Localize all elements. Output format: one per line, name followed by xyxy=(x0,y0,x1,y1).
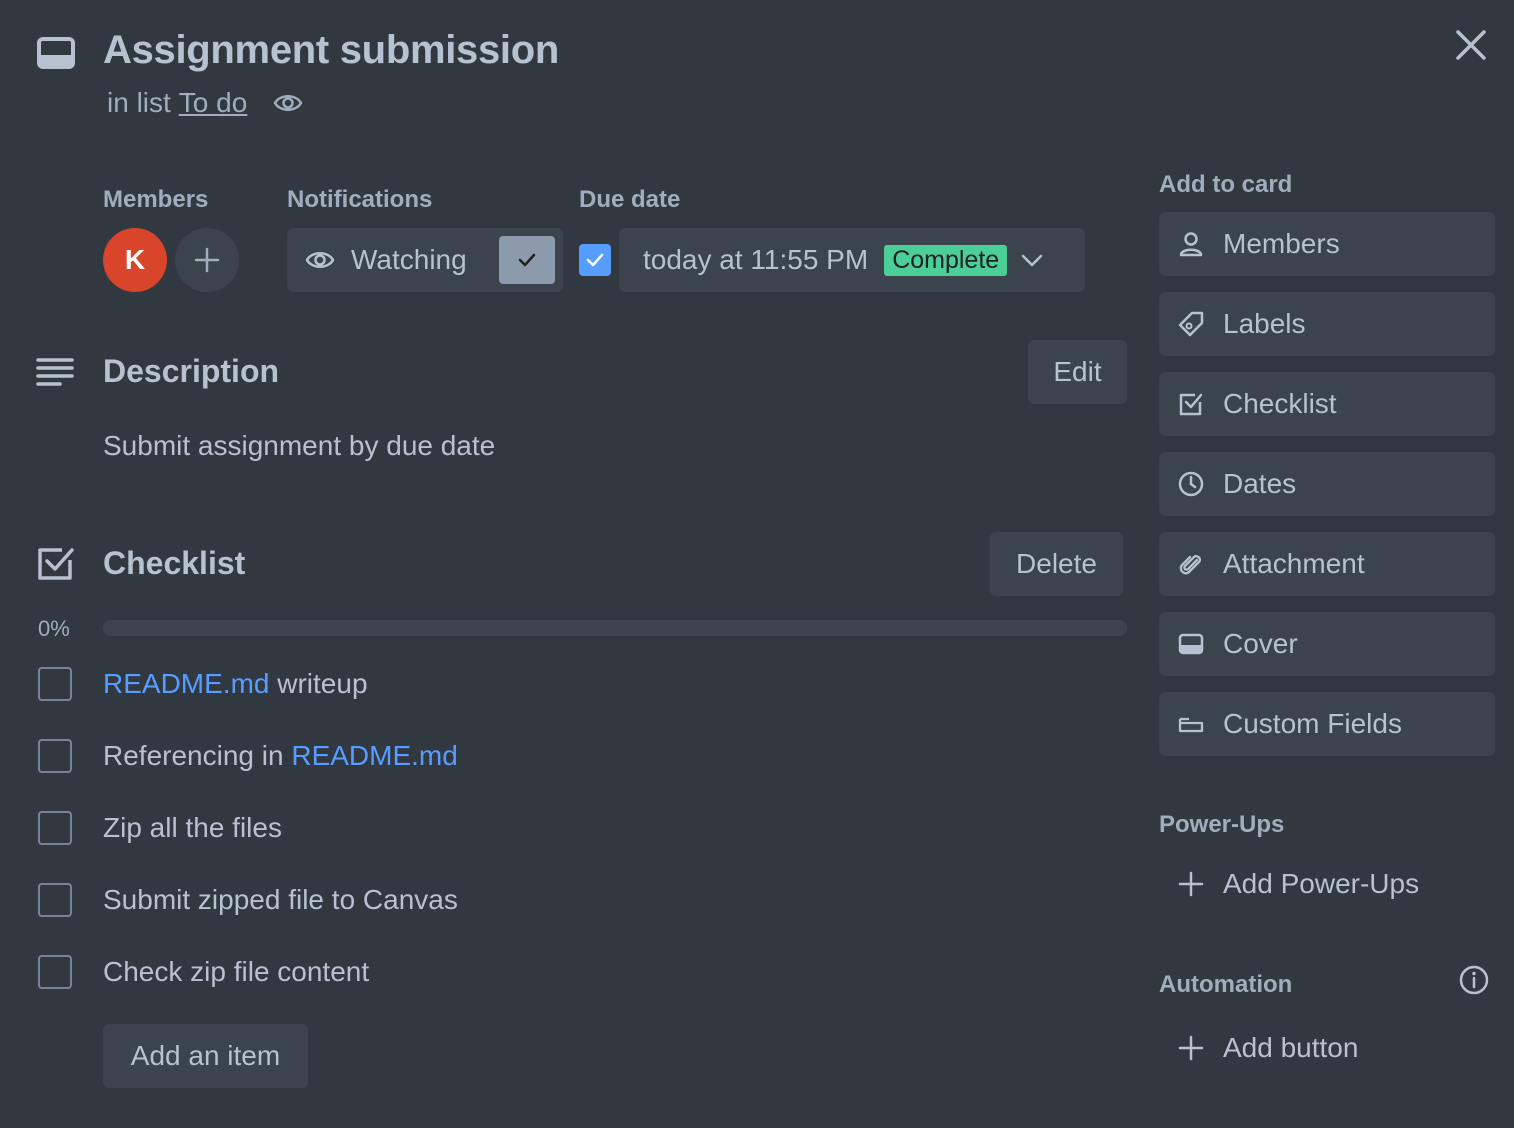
item-link[interactable]: README.md xyxy=(103,668,269,699)
edit-description-button[interactable]: Edit xyxy=(1028,340,1127,404)
paperclip-icon xyxy=(1177,550,1205,578)
item-text[interactable]: Zip all the files xyxy=(103,812,282,844)
tag-icon xyxy=(1177,310,1205,338)
item-checkbox[interactable] xyxy=(38,667,72,701)
sidebar-button-label: Dates xyxy=(1223,468,1297,499)
card-title[interactable]: Assignment submission xyxy=(103,28,559,73)
plus-icon xyxy=(194,247,220,273)
plus-icon xyxy=(1177,870,1205,898)
progress-percent: 0% xyxy=(38,616,70,641)
powerups-label: Power-Ups xyxy=(1159,811,1285,838)
due-date-value: today at 11:55 PM xyxy=(643,244,869,275)
watch-button[interactable]: Watching xyxy=(287,228,563,292)
add-powerups-button[interactable]: Add Power-Ups xyxy=(1159,852,1495,916)
watching-check-icon xyxy=(499,236,555,284)
info-icon[interactable] xyxy=(1458,964,1490,996)
due-date-label: Due date xyxy=(579,186,681,213)
description-text[interactable]: Submit assignment by due date xyxy=(103,430,495,462)
item-checkbox[interactable] xyxy=(38,811,72,845)
check-icon xyxy=(586,253,604,267)
sidebar-button-label: Labels xyxy=(1223,308,1306,339)
sidebar-button-label: Cover xyxy=(1223,628,1298,659)
item-text-prefix: Referencing in xyxy=(103,740,292,771)
item-checkbox[interactable] xyxy=(38,739,72,773)
avatar[interactable]: K xyxy=(103,228,167,292)
plus-icon xyxy=(1177,1034,1205,1062)
add-automation-button[interactable]: Add button xyxy=(1159,1016,1495,1080)
add-to-card-label: Add to card xyxy=(1159,171,1293,198)
in-list-prefix: in list xyxy=(107,87,171,118)
checklist-icon xyxy=(1177,390,1205,418)
add-member-button[interactable] xyxy=(175,228,239,292)
item-text[interactable]: Submit zipped file to Canvas xyxy=(103,884,458,916)
custom-fields-icon xyxy=(1177,710,1205,738)
item-text[interactable]: Check zip file content xyxy=(103,956,369,988)
sidebar-cover-button[interactable]: Cover xyxy=(1159,612,1495,676)
status-badge: Complete xyxy=(884,244,1008,276)
delete-checklist-button[interactable]: Delete xyxy=(990,532,1123,596)
list-breadcrumb: in list To do xyxy=(107,87,303,119)
sidebar-dates-button[interactable]: Dates xyxy=(1159,452,1495,516)
add-button-label: Add button xyxy=(1223,1032,1359,1063)
sidebar-members-button[interactable]: Members xyxy=(1159,212,1495,276)
sidebar-labels-button[interactable]: Labels xyxy=(1159,292,1495,356)
item-text-suffix: writeup xyxy=(269,668,368,699)
automation-label: Automation xyxy=(1159,971,1293,998)
eye-icon xyxy=(273,88,303,118)
clock-icon xyxy=(1177,470,1205,498)
sidebar-checklist-button[interactable]: Checklist xyxy=(1159,372,1495,436)
progress-bar xyxy=(103,620,1127,636)
cover-icon xyxy=(1177,630,1205,658)
sidebar-button-label: Members xyxy=(1223,228,1340,259)
item-checkbox[interactable] xyxy=(38,955,72,989)
members-label: Members xyxy=(103,186,209,213)
item-text[interactable]: Referencing in README.md xyxy=(103,740,458,772)
chevron-down-icon xyxy=(1019,247,1045,273)
close-icon[interactable] xyxy=(1452,26,1490,64)
checklist-item: Check zip file content xyxy=(38,952,1128,992)
sidebar-attachment-button[interactable]: Attachment xyxy=(1159,532,1495,596)
sidebar-custom-fields-button[interactable]: Custom Fields xyxy=(1159,692,1495,756)
eye-icon xyxy=(305,245,335,275)
item-checkbox[interactable] xyxy=(38,883,72,917)
description-title: Description xyxy=(103,353,280,389)
checklist-icon xyxy=(36,544,76,584)
checklist-title[interactable]: Checklist xyxy=(103,545,245,582)
due-date-button[interactable]: today at 11:55 PM Complete xyxy=(619,228,1085,292)
checklist-item: Zip all the files xyxy=(38,808,1128,848)
person-icon xyxy=(1177,230,1205,258)
watch-label: Watching xyxy=(351,244,467,275)
due-complete-checkbox[interactable] xyxy=(579,244,611,276)
avatar-initial: K xyxy=(124,244,146,275)
checklist-item: README.md writeup xyxy=(38,664,1128,704)
list-link[interactable]: To do xyxy=(179,87,248,119)
add-item-button[interactable]: Add an item xyxy=(103,1024,308,1088)
notifications-label: Notifications xyxy=(287,186,433,213)
card-icon xyxy=(36,36,76,70)
checklist-item: Referencing in README.md xyxy=(38,736,1128,776)
sidebar-button-label: Checklist xyxy=(1223,388,1337,419)
item-text[interactable]: README.md writeup xyxy=(103,668,368,700)
sidebar-button-label: Attachment xyxy=(1223,548,1365,579)
checklist-item: Submit zipped file to Canvas xyxy=(38,880,1128,920)
add-powerups-label: Add Power-Ups xyxy=(1223,868,1420,899)
description-icon xyxy=(36,354,76,394)
item-link[interactable]: README.md xyxy=(291,740,457,771)
sidebar-button-label: Custom Fields xyxy=(1223,708,1402,739)
